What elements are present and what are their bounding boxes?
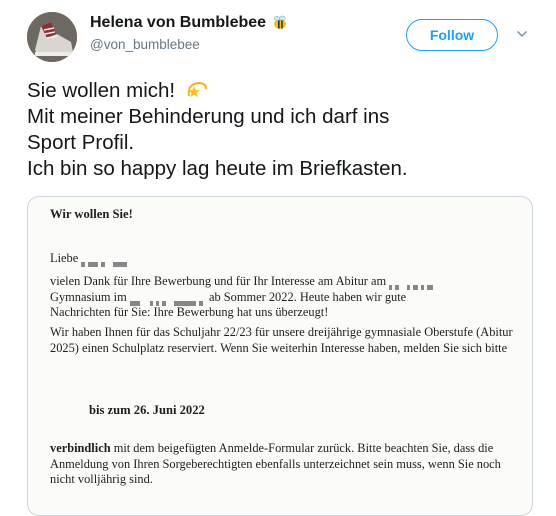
letter-paragraph-3: verbindlich mit dem beigefügten Anmelde-… bbox=[50, 441, 501, 486]
chevron-down-icon[interactable] bbox=[515, 27, 529, 41]
tweet-line-2: Mit meiner Behinderung und ich darf ins bbox=[27, 105, 390, 128]
tweet-text: Sie wollen mich! Mit meiner Behinderung … bbox=[27, 78, 547, 182]
redacted-school bbox=[389, 279, 436, 291]
letter-paragraph-2: Wir haben Ihnen für das Schuljahr 22/23 … bbox=[50, 325, 513, 355]
sneaker-avatar-icon bbox=[27, 12, 77, 62]
redacted-location bbox=[129, 295, 206, 306]
letter-salutation: Liebe bbox=[50, 251, 130, 268]
dizzy-star-emoji-icon bbox=[187, 81, 207, 98]
tweet-line-4: Ich bin so happy lag heute im Briefkaste… bbox=[27, 157, 408, 180]
tweet-line-1: Sie wollen mich! bbox=[27, 78, 547, 104]
letter-title: Wir wollen Sie! bbox=[50, 207, 133, 221]
user-handle[interactable]: @von_bumblebee bbox=[90, 37, 200, 52]
avatar[interactable] bbox=[27, 12, 77, 62]
letter-deadline: bis zum 26. Juni 2022 bbox=[89, 403, 205, 417]
display-name[interactable]: Helena von Bumblebee bbox=[90, 14, 266, 32]
tweet-line-3: Sport Profil. bbox=[27, 131, 135, 154]
letter-photo: Wir wollen Sie! Liebe vielen Dank für Ih… bbox=[28, 197, 532, 515]
redacted-name bbox=[81, 256, 130, 268]
bee-emoji-icon bbox=[273, 15, 287, 29]
tweet-image[interactable]: Wir wollen Sie! Liebe vielen Dank für Ih… bbox=[27, 196, 533, 516]
follow-button[interactable]: Follow bbox=[406, 19, 498, 51]
letter-paragraph-1: vielen Dank für Ihre Bewerbung und für I… bbox=[50, 274, 515, 321]
